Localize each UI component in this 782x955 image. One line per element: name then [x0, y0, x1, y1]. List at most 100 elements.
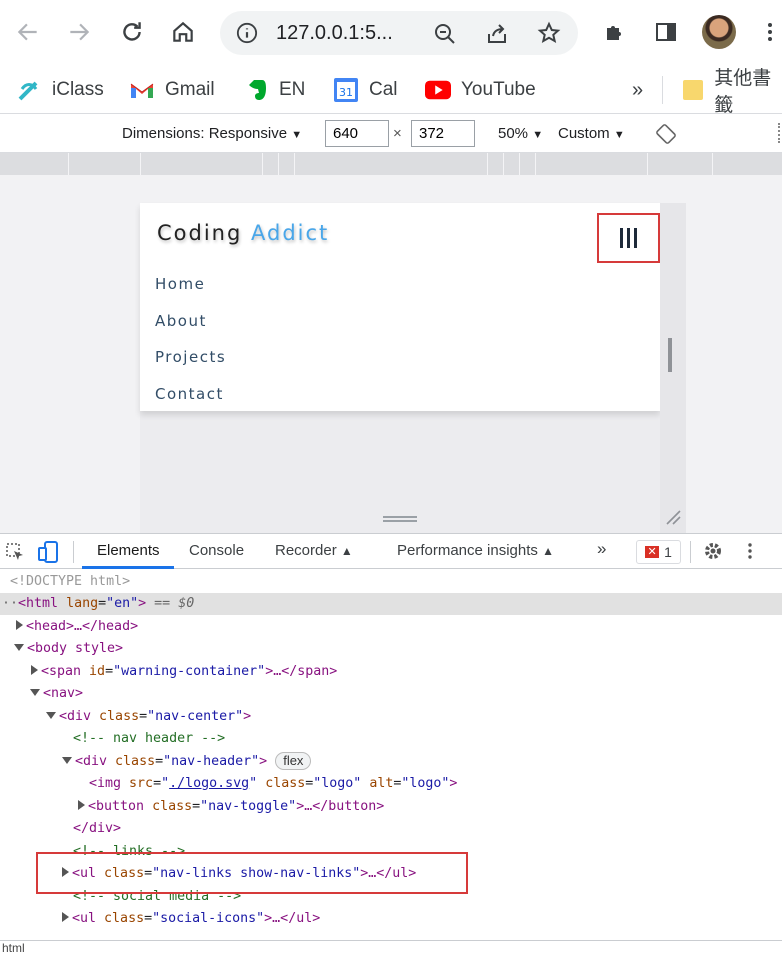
folder-icon — [681, 77, 704, 103]
dimensions-select[interactable]: Dimensions: Responsive ▼ — [122, 125, 302, 142]
forward-button[interactable] — [61, 14, 97, 50]
dom-comment-nav-header[interactable]: <!-- nav header --> — [0, 728, 782, 750]
home-icon — [173, 21, 193, 42]
tab-performance-insights[interactable]: Performance insights ▲ — [397, 542, 554, 559]
expand-arrow-icon — [62, 912, 69, 922]
throttle-select[interactable]: Custom ▼ — [558, 125, 625, 142]
ruler-tick — [712, 153, 713, 175]
zoom-out-icon[interactable] — [433, 22, 457, 46]
bookmark-en[interactable]: EN — [243, 74, 305, 106]
devtools-tab-bar: Elements Console Recorder ▲ Performance … — [0, 534, 782, 569]
dom-body[interactable]: <body style> — [0, 638, 782, 660]
flask-icon: ▲ — [340, 544, 353, 558]
back-button[interactable] — [10, 14, 46, 50]
settings-gear-icon[interactable] — [703, 541, 723, 561]
zoom-label: 50% — [498, 125, 529, 142]
expand-arrow-icon — [16, 620, 23, 630]
site-info-icon[interactable] — [236, 22, 258, 44]
bookmarks-divider — [662, 76, 663, 104]
dom-head[interactable]: <head>…</head> — [0, 616, 782, 638]
tab-recorder[interactable]: Recorder ▲ — [275, 542, 353, 559]
bookmark-star-icon[interactable] — [537, 21, 561, 45]
side-panel-button[interactable] — [648, 14, 684, 50]
bookmark-cal[interactable]: 31 Cal — [333, 74, 398, 106]
bookmark-youtube[interactable]: YouTube — [425, 74, 536, 106]
dom-img-logo[interactable]: <img src="./logo.svg" class="logo" alt="… — [0, 773, 782, 795]
times-sign: × — [393, 125, 402, 142]
profile-avatar[interactable] — [702, 15, 736, 49]
logo-text-coding: Coding — [157, 221, 243, 245]
nav-link-projects[interactable]: Projects — [155, 348, 226, 385]
height-input[interactable] — [411, 120, 475, 147]
nav-toggle-button[interactable] — [597, 213, 660, 263]
reload-icon — [123, 22, 141, 41]
url-text[interactable]: 127.0.0.1:5... — [276, 22, 393, 45]
home-button[interactable] — [165, 14, 201, 50]
inspect-element-icon[interactable] — [5, 542, 25, 562]
breadcrumb-html[interactable]: html — [2, 941, 25, 955]
site-nav: Coding Addict Home About Projects Contac… — [140, 203, 660, 411]
nav-link-home[interactable]: Home — [155, 275, 226, 312]
gmail-icon — [129, 77, 155, 103]
extensions-button[interactable] — [597, 14, 633, 50]
devtools-menu-icon[interactable] — [742, 541, 758, 561]
bookmark-label: 其他書籤 — [714, 68, 772, 116]
devtools-breadcrumb: html — [0, 940, 782, 955]
bookmark-label: EN — [279, 79, 306, 100]
other-bookmarks-folder[interactable]: 其他書籤 — [681, 68, 782, 116]
site-logo: Coding Addict — [157, 221, 329, 245]
error-count-badge[interactable]: ✕ 1 — [636, 540, 681, 564]
side-panel-icon — [656, 23, 676, 41]
puzzle-icon — [607, 26, 621, 40]
rotate-icon[interactable] — [656, 124, 676, 144]
more-tabs-button[interactable]: » — [597, 539, 606, 559]
bookmark-label: Gmail — [165, 79, 215, 100]
forward-arrow-icon — [70, 23, 90, 41]
ruler-tick — [647, 153, 648, 175]
browser-menu-button[interactable] — [752, 14, 782, 50]
bookmark-gmail[interactable]: Gmail — [129, 74, 215, 106]
dom-ul-social[interactable]: <ul class="social-icons">…</ul> — [0, 908, 782, 930]
reload-button[interactable] — [114, 14, 150, 50]
device-toolbar: Dimensions: Responsive ▼ × 50% ▼ Custom … — [0, 115, 782, 153]
collapse-arrow-icon — [62, 757, 72, 764]
back-arrow-icon — [17, 23, 37, 41]
nav-links: Home About Projects Contact — [155, 275, 226, 421]
ruler-tick — [294, 153, 295, 175]
collapse-arrow-icon — [46, 712, 56, 719]
flex-badge[interactable]: flex — [275, 752, 312, 770]
address-bar[interactable]: 127.0.0.1:5... — [220, 11, 578, 55]
dom-span-warning[interactable]: <span id="warning-container">…</span> — [0, 661, 782, 683]
zoom-select[interactable]: 50% ▼ — [498, 125, 543, 142]
bottom-resize-handle[interactable] — [383, 516, 417, 522]
ruler-tick — [278, 153, 279, 175]
dom-button-toggle[interactable]: <button class="nav-toggle">…</button> — [0, 796, 782, 818]
device-more-icon[interactable] — [778, 123, 780, 143]
tab-divider — [690, 541, 691, 563]
tab-console[interactable]: Console — [189, 542, 244, 559]
dropdown-arrow-icon: ▼ — [532, 129, 544, 141]
corner-resize-icon[interactable] — [664, 508, 682, 526]
active-tab-indicator — [82, 566, 174, 569]
more-bookmarks-button[interactable]: » — [632, 74, 643, 106]
bookmark-label: YouTube — [461, 79, 536, 100]
width-input[interactable] — [325, 120, 389, 147]
bookmark-iclass[interactable]: iClass — [16, 74, 104, 106]
device-toggle-icon[interactable] — [37, 540, 59, 564]
tab-elements[interactable]: Elements — [97, 542, 160, 559]
dom-doctype[interactable]: <!DOCTYPE html> — [0, 571, 782, 593]
nav-link-about[interactable]: About — [155, 312, 226, 349]
bookmark-label: Cal — [369, 79, 398, 100]
right-resize-handle[interactable] — [668, 338, 672, 372]
share-icon[interactable] — [485, 22, 509, 46]
dom-html-selected[interactable]: ··<html lang="en"> == $0 — [0, 593, 782, 615]
ruler-tick — [68, 153, 69, 175]
svg-text:31: 31 — [339, 86, 353, 99]
dom-nav-header[interactable]: <div class="nav-header"> flex — [0, 751, 782, 773]
dom-div-close[interactable]: </div> — [0, 818, 782, 840]
dom-nav[interactable]: <nav> — [0, 683, 782, 705]
bookmark-label: iClass — [52, 79, 104, 100]
tab-label: Recorder — [275, 542, 337, 559]
nav-link-contact[interactable]: Contact — [155, 385, 226, 422]
dom-nav-center[interactable]: <div class="nav-center"> — [0, 706, 782, 728]
